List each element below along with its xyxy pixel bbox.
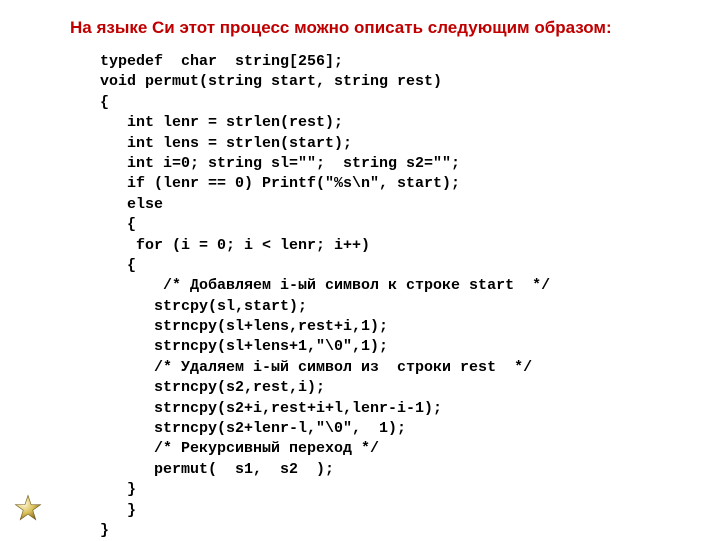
code-line: else	[100, 196, 163, 213]
code-block: typedef char string[256]; void permut(st…	[100, 52, 700, 541]
code-line: {	[100, 94, 109, 111]
code-line: }	[100, 502, 136, 519]
code-line: permut( s1, s2 );	[100, 461, 334, 478]
code-line: int lenr = strlen(rest);	[100, 114, 343, 131]
code-line: int i=0; string sl=""; string s2="";	[100, 155, 460, 172]
code-line: typedef char string[256];	[100, 53, 343, 70]
code-line: strcpy(sl,start);	[100, 298, 307, 315]
code-line: strncpy(s2+i,rest+i+l,lenr-i-1);	[100, 400, 442, 417]
code-line: {	[100, 257, 136, 274]
star-icon	[14, 494, 42, 522]
code-line: strncpy(sl+lens+1,"\0",1);	[100, 338, 388, 355]
code-line: strncpy(s2,rest,i);	[100, 379, 325, 396]
code-line: /* Рекурсивный переход */	[100, 440, 379, 457]
code-line: /* Удаляем i-ый символ из строки rest */	[100, 359, 532, 376]
code-line: }	[100, 481, 136, 498]
page-title: На языке Си этот процесс можно описать с…	[70, 18, 700, 38]
code-line: }	[100, 522, 109, 539]
code-line: /* Добавляем i-ый символ к строке start …	[100, 277, 550, 294]
code-line: {	[100, 216, 136, 233]
code-line: void permut(string start, string rest)	[100, 73, 442, 90]
code-line: if (lenr == 0) Printf("%s\n", start);	[100, 175, 460, 192]
code-line: strncpy(sl+lens,rest+i,1);	[100, 318, 388, 335]
code-line: int lens = strlen(start);	[100, 135, 352, 152]
code-line: strncpy(s2+lenr-l,"\0", 1);	[100, 420, 406, 437]
code-line: for (i = 0; i < lenr; i++)	[100, 237, 370, 254]
